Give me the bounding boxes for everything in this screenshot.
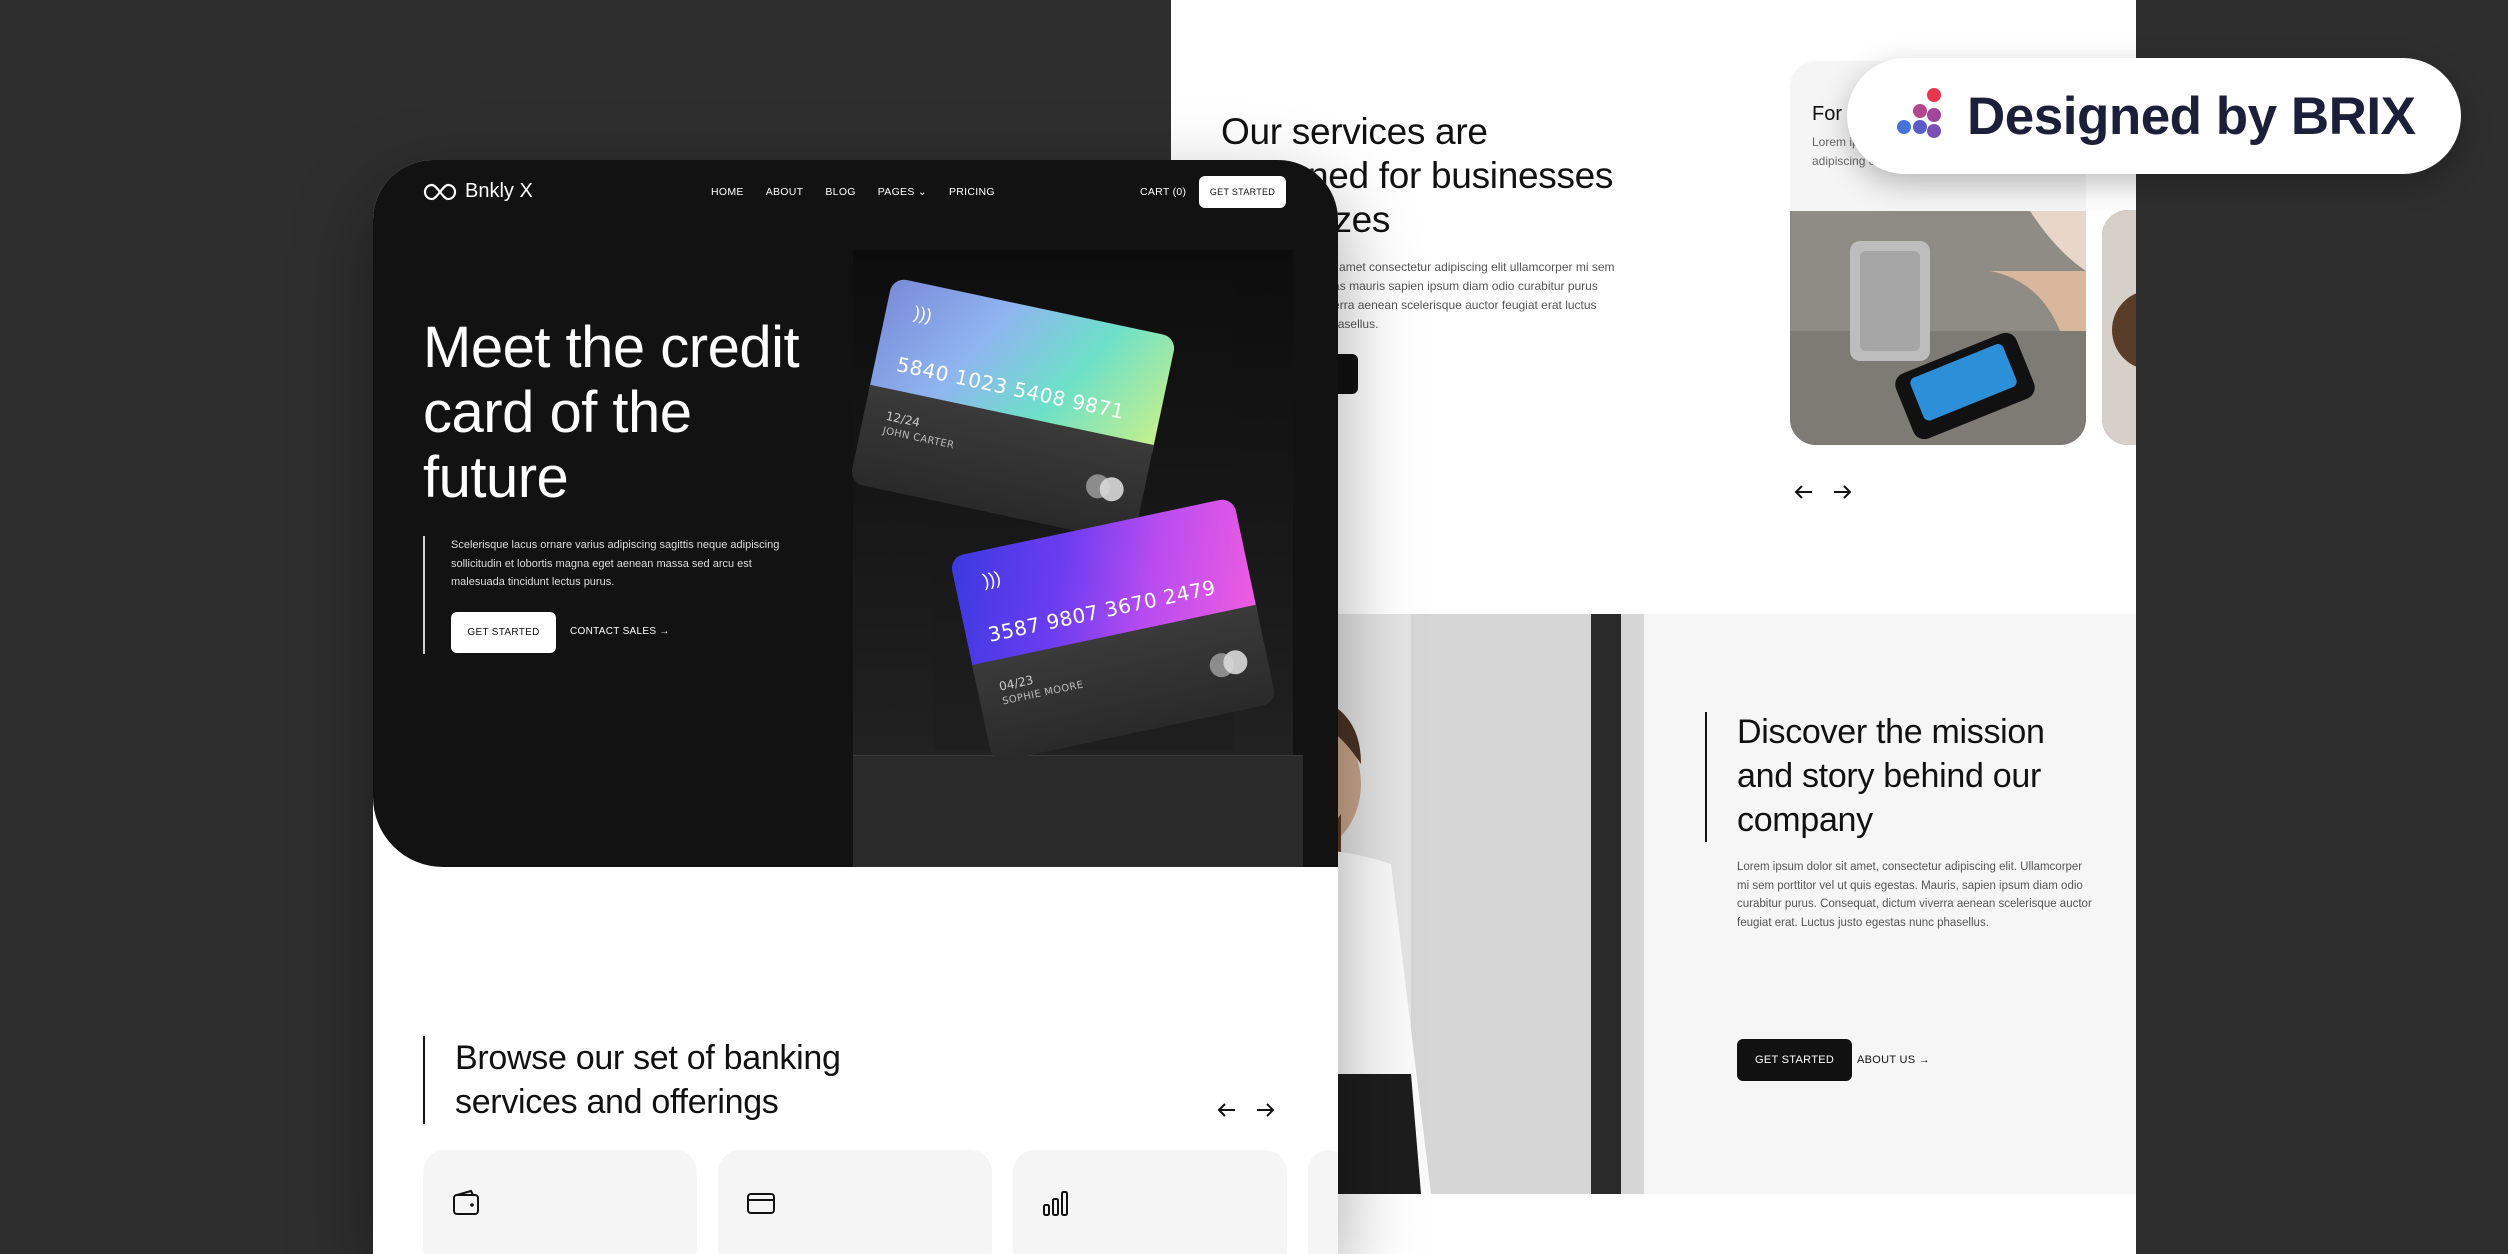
nav-home[interactable]: HOME (711, 186, 744, 198)
hero-accent-line (423, 536, 425, 654)
offer-card[interactable] (718, 1150, 992, 1254)
brix-logo-icon (1889, 86, 1949, 146)
infinity-logo-icon (423, 183, 457, 200)
bar-chart-icon (1043, 1191, 1068, 1216)
mission-title: Discover the mission and story behind ou… (1737, 713, 2045, 839)
hero-title: Meet the credit card of the future (423, 315, 800, 510)
hero-section: Bnkly X HOME ABOUT BLOG PAGES ⌄ PRICING … (373, 160, 1338, 867)
designed-by-brix-badge: Designed by BRIX (1847, 58, 2461, 174)
nav-get-started-button[interactable]: GET STARTED (1199, 176, 1286, 208)
front-page: Bnkly X HOME ABOUT BLOG PAGES ⌄ PRICING … (373, 160, 1338, 1254)
wallet-icon (453, 1189, 479, 1215)
brand-name: Bnkly X (465, 180, 533, 202)
browse-accent-line (423, 1036, 425, 1124)
about-us-link[interactable]: ABOUT US → (1857, 1054, 1930, 1066)
nav-pages-dropdown[interactable]: PAGES ⌄ (878, 186, 927, 198)
contact-sales-link[interactable]: CONTACT SALES → (570, 626, 670, 637)
services-carousel-arrows (1790, 478, 1856, 506)
service-card-next-peek[interactable] (2102, 210, 2136, 445)
nav-blog[interactable]: BLOG (825, 186, 855, 198)
display-pedestal (853, 755, 1303, 867)
brand-logo[interactable]: Bnkly X (423, 180, 533, 203)
offer-card[interactable] (423, 1150, 697, 1254)
browse-title: Browse our set of banking services and o… (455, 1039, 841, 1121)
hero-description: Scelerisque lacus ornare varius adipisci… (451, 539, 780, 588)
offer-card-peek[interactable] (1308, 1150, 1338, 1254)
badge-label: Designed by BRIX (1967, 86, 2416, 146)
mission-get-started-button[interactable]: GET STARTED (1737, 1039, 1853, 1081)
mission-accent-line (1705, 712, 1707, 842)
cart-link[interactable]: CART (0) (1140, 186, 1186, 198)
nav-about[interactable]: ABOUT (766, 186, 804, 198)
service-card-title: For (1812, 103, 1842, 125)
arrow-right-icon[interactable] (1251, 1096, 1279, 1124)
service-card-photo (1790, 211, 2086, 445)
offer-card[interactable] (1013, 1150, 1287, 1254)
browse-carousel-arrows (1213, 1096, 1279, 1124)
mission-description: Lorem ipsum dolor sit amet, consectetur … (1737, 861, 2092, 929)
arrow-left-icon[interactable] (1213, 1096, 1241, 1124)
hero-get-started-button[interactable]: GET STARTED (451, 612, 556, 653)
credit-card-icon (747, 1193, 775, 1214)
arrow-left-icon[interactable] (1790, 478, 1818, 506)
main-nav: HOME ABOUT BLOG PAGES ⌄ PRICING (711, 186, 995, 198)
arrow-right-icon[interactable] (1828, 478, 1856, 506)
nav-pricing[interactable]: PRICING (949, 186, 995, 198)
